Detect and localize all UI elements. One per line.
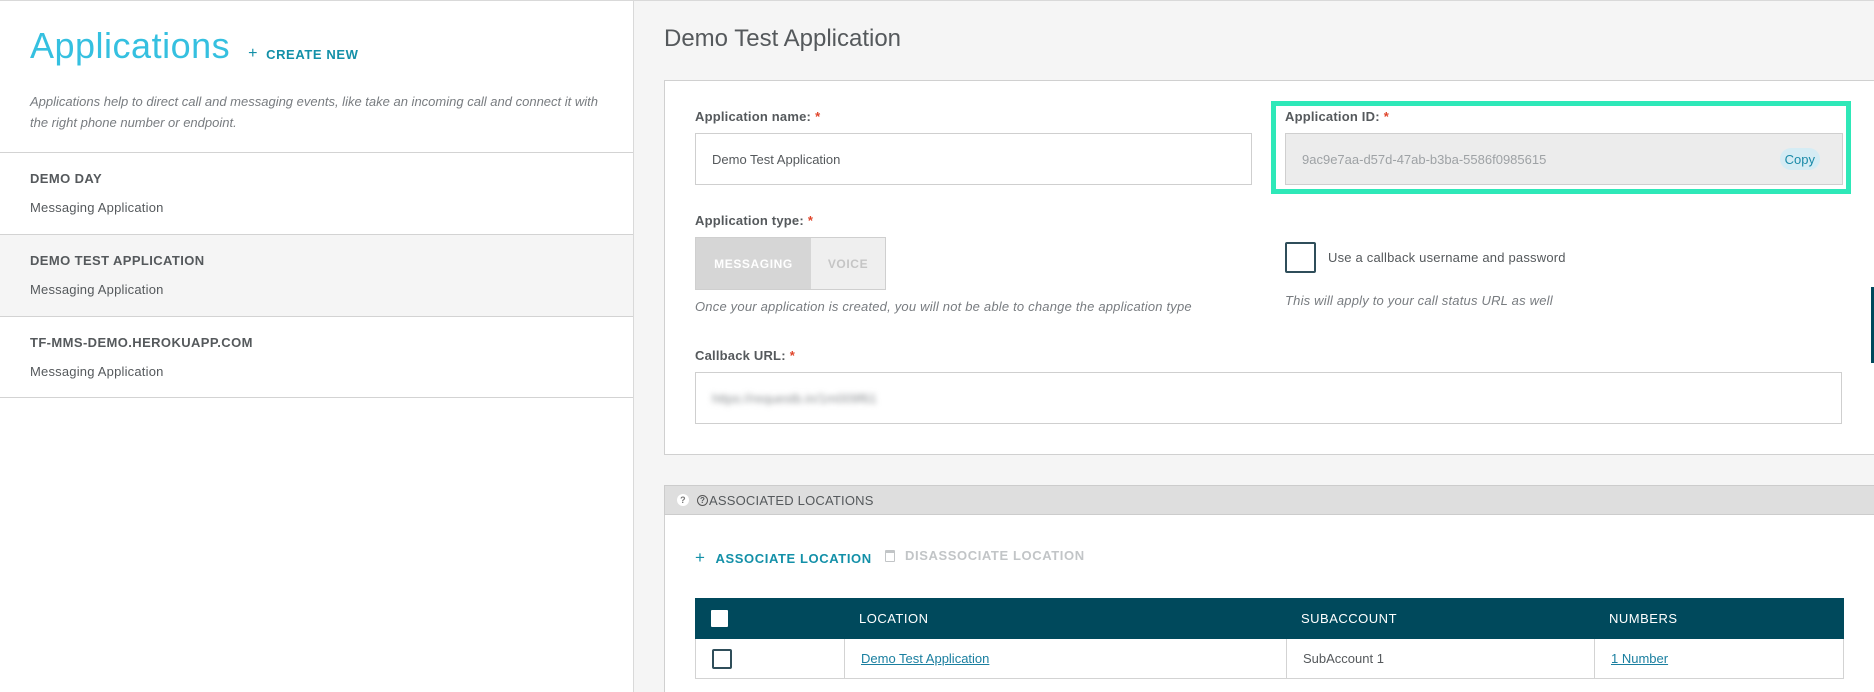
create-new-label: CREATE NEW — [266, 46, 359, 62]
callback-url-input[interactable]: https://requestb.in/1m009f61 — [695, 372, 1842, 424]
application-name: DEMO TEST APPLICATION — [30, 253, 205, 268]
select-all-checkbox[interactable] — [711, 610, 728, 627]
type-messaging-option[interactable]: MESSAGING — [696, 238, 811, 289]
application-list-item[interactable]: DEMO DAY Messaging Application — [0, 152, 633, 234]
associate-location-label: ASSOCIATE LOCATION — [715, 550, 872, 566]
sidebar-description: Applications help to direct call and mes… — [30, 94, 598, 130]
callback-url-value: https://requestb.in/1m009f61 — [712, 390, 877, 406]
callback-url-label: Callback URL: * — [695, 348, 795, 363]
applications-sidebar: Applications + CREATE NEW Applications h… — [0, 0, 634, 692]
trash-icon — [885, 549, 895, 562]
sidebar-header: Applications + CREATE NEW Applications h… — [0, 1, 633, 152]
help-circle-icon: ? — [697, 494, 708, 506]
required-mark: * — [789, 348, 795, 363]
sidebar-title: Applications — [30, 25, 231, 66]
application-form: Application name: * Demo Test Application… — [664, 80, 1874, 455]
app-name-label: Application name: * — [695, 109, 820, 124]
column-header-numbers: NUMBERS — [1609, 611, 1678, 626]
app-type-label-text: Application type: — [695, 213, 804, 228]
application-type: Messaging Application — [30, 364, 164, 379]
table-row: Demo Test Application SubAccount 1 1 Num… — [695, 639, 1844, 679]
app-id-highlight-box — [1271, 101, 1851, 194]
column-header-subaccount: SUBACCOUNT — [1301, 611, 1398, 626]
associated-locations-header[interactable]: ? ? ASSOCIATED LOCATIONS — [664, 485, 1874, 515]
page-title: Demo Test Application — [664, 25, 902, 52]
callback-credentials-label: Use a callback username and password — [1328, 250, 1566, 265]
application-list-item-selected[interactable]: DEMO TEST APPLICATION Messaging Applicat… — [0, 234, 633, 316]
app-type-hint: Once your application is created, you wi… — [695, 299, 1192, 314]
app-type-label: Application type: * — [695, 213, 813, 228]
app-name-input[interactable]: Demo Test Application — [695, 133, 1252, 185]
application-list-item[interactable]: TF-MMS-DEMO.HEROKUAPP.COM Messaging Appl… — [0, 316, 633, 398]
callback-credentials-hint: This will apply to your call status URL … — [1285, 293, 1553, 308]
table-header: LOCATION SUBACCOUNT NUMBERS — [695, 598, 1844, 639]
create-new-button[interactable]: + CREATE NEW — [248, 45, 358, 63]
help-icon[interactable]: ? — [677, 494, 689, 506]
column-header-location: LOCATION — [859, 611, 929, 626]
subaccount-cell: SubAccount 1 — [1286, 639, 1594, 678]
locations-table: LOCATION SUBACCOUNT NUMBERS Demo Test Ap… — [695, 598, 1844, 679]
application-name: TF-MMS-DEMO.HEROKUAPP.COM — [30, 335, 253, 350]
row-checkbox[interactable] — [712, 648, 732, 669]
callback-url-label-text: Callback URL: — [695, 348, 786, 363]
type-voice-option[interactable]: VOICE — [811, 238, 885, 289]
app-type-toggle: MESSAGING VOICE — [695, 237, 886, 290]
application-name: DEMO DAY — [30, 171, 103, 186]
callback-credentials-checkbox[interactable] — [1285, 242, 1316, 273]
application-type: Messaging Application — [30, 282, 164, 297]
associated-locations-title: ASSOCIATED LOCATIONS — [709, 492, 874, 508]
associated-locations-body: + ASSOCIATE LOCATION DISASSOCIATE LOCATI… — [664, 515, 1874, 692]
plus-icon: + — [695, 548, 706, 567]
disassociate-location-label: DISASSOCIATE LOCATION — [905, 548, 1085, 563]
app-name-label-text: Application name: — [695, 109, 812, 124]
location-link[interactable]: Demo Test Application — [861, 651, 989, 666]
plus-icon: + — [248, 45, 259, 62]
disassociate-location-button: DISASSOCIATE LOCATION — [885, 548, 1085, 563]
required-mark: * — [807, 213, 814, 228]
application-detail-panel: Demo Test Application Application name: *… — [634, 0, 1874, 692]
numbers-link[interactable]: 1 Number — [1611, 651, 1668, 666]
required-mark: * — [815, 109, 821, 124]
associate-location-button[interactable]: + ASSOCIATE LOCATION — [695, 548, 872, 568]
application-type: Messaging Application — [30, 200, 164, 215]
